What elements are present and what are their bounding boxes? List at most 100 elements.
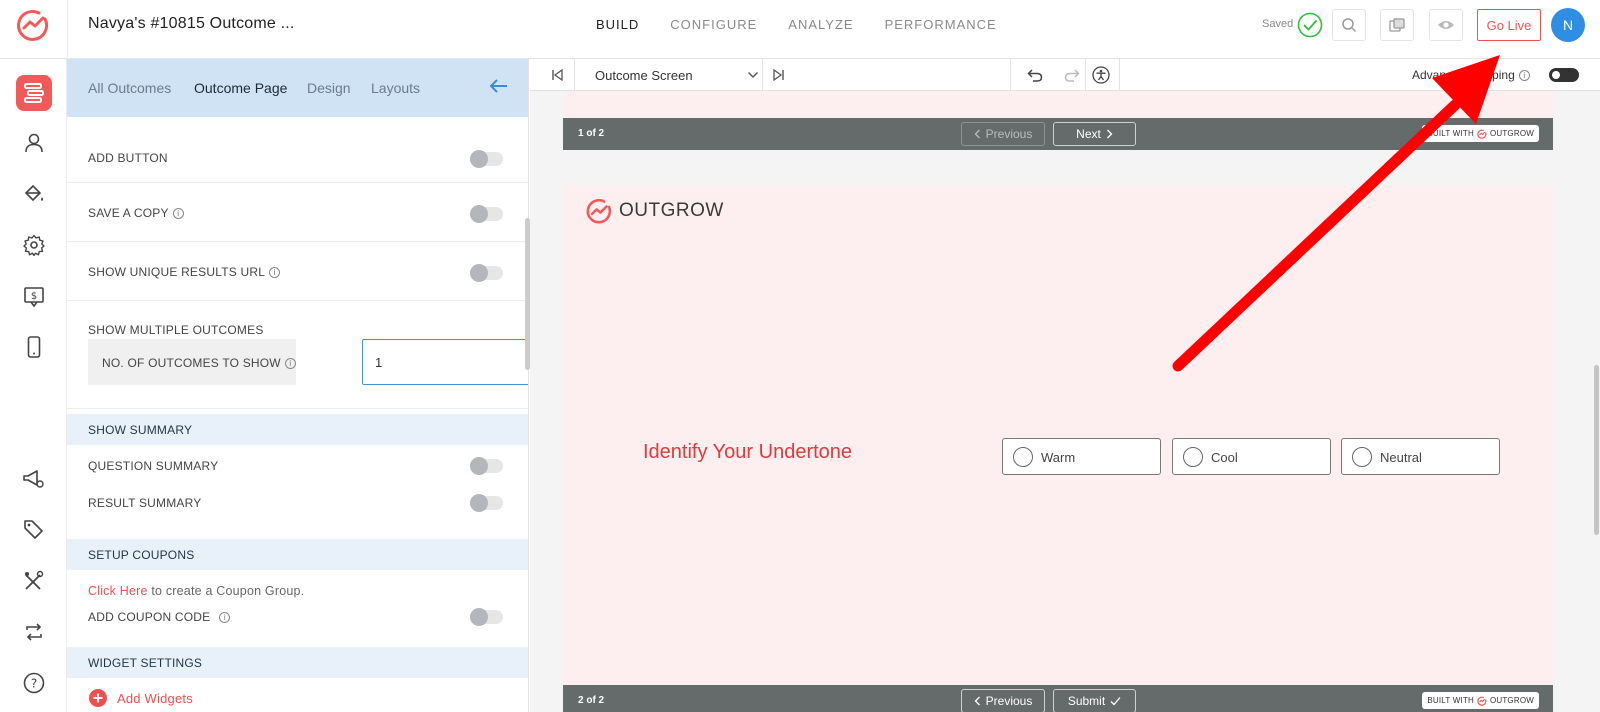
- eye-icon: [1438, 21, 1454, 29]
- toolbar-separator: [762, 59, 763, 91]
- tab-layouts[interactable]: Layouts: [371, 80, 420, 96]
- add-button-toggle[interactable]: [470, 150, 503, 168]
- option-warm[interactable]: Warm: [1002, 438, 1161, 475]
- rail-item-content[interactable]: [16, 75, 52, 111]
- question-summary-toggle[interactable]: [470, 457, 503, 475]
- page-scrollbar[interactable]: [1594, 365, 1599, 535]
- toolbar-separator: [1010, 59, 1011, 91]
- paint-bucket-icon: [24, 184, 43, 202]
- topbar-divider: [67, 0, 68, 59]
- help-icon: ?: [23, 672, 45, 694]
- add-button-label: ADD BUTTON: [88, 151, 168, 165]
- built-with-badge[interactable]: BUILT WITH OUTGROW: [1422, 692, 1539, 709]
- previous-button[interactable]: Previous: [961, 689, 1045, 712]
- go-live-button[interactable]: Go Live: [1477, 9, 1541, 41]
- tag-icon: [24, 520, 43, 539]
- previous-button[interactable]: Previous: [961, 122, 1045, 146]
- info-icon[interactable]: i: [284, 358, 296, 369]
- rail-item-settings[interactable]: [16, 227, 52, 263]
- built-with-brand: OUTGROW: [1489, 129, 1534, 138]
- built-with-text: BUILT WITH: [1427, 696, 1474, 705]
- advanced-mapping-text: Advanced Mapping: [1412, 68, 1515, 82]
- top-bar: Navya's #10815 Outcome ... BUILD CONFIGU…: [0, 0, 1600, 59]
- outcomes-count-select[interactable]: 1: [362, 339, 528, 385]
- option-cool[interactable]: Cool: [1172, 438, 1331, 475]
- section-widget-settings: WIDGET SETTINGS: [67, 647, 528, 678]
- rail-item-tags[interactable]: [16, 511, 52, 547]
- row-add-widgets[interactable]: Add Widgets: [67, 678, 528, 712]
- panel-tabs: All Outcomes Outcome Page Design Layouts: [67, 59, 528, 117]
- screen-select[interactable]: Outcome Screen: [595, 68, 693, 83]
- tab-design[interactable]: Design: [307, 80, 351, 96]
- accessibility-icon[interactable]: [1092, 66, 1110, 84]
- tab-analyze[interactable]: ANALYZE: [788, 17, 853, 32]
- rail-item-sync[interactable]: [16, 614, 52, 650]
- rail-item-design[interactable]: [16, 176, 52, 212]
- option-label: Cool: [1211, 450, 1238, 465]
- svg-text:?: ?: [31, 677, 37, 691]
- tab-all-outcomes[interactable]: All Outcomes: [88, 80, 171, 96]
- screen-2-footer: 2 of 2 Previous Submit BUILT WITH OUTGRO…: [563, 685, 1553, 712]
- rail-item-help[interactable]: ?: [16, 665, 52, 701]
- arrow-left-icon[interactable]: [489, 77, 509, 95]
- built-with-text: BUILT WITH: [1427, 129, 1474, 138]
- outcomes-count-text: NO. OF OUTCOMES TO SHOW: [102, 356, 281, 370]
- rail-item-promote[interactable]: [16, 461, 52, 497]
- unique-url-toggle[interactable]: [470, 264, 503, 282]
- info-icon[interactable]: i: [172, 208, 184, 219]
- chevron-right-icon: [1106, 129, 1113, 139]
- tab-configure[interactable]: CONFIGURE: [670, 17, 757, 32]
- redo-icon[interactable]: [1064, 68, 1080, 82]
- tab-build[interactable]: BUILD: [596, 17, 639, 32]
- outcomes-count-label: NO. OF OUTCOMES TO SHOW i: [102, 356, 296, 370]
- undo-icon[interactable]: [1027, 68, 1043, 82]
- option-label: Neutral: [1380, 450, 1422, 465]
- avatar[interactable]: N: [1551, 8, 1585, 42]
- main-tabs: BUILD CONFIGURE ANALYZE PERFORMANCE: [596, 17, 1028, 32]
- chevron-left-icon: [974, 696, 980, 706]
- radio-icon: [1352, 447, 1372, 467]
- rail-item-pricing[interactable]: $: [16, 279, 52, 315]
- rail-item-leads[interactable]: [16, 125, 52, 161]
- chevron-down-icon[interactable]: [747, 70, 759, 80]
- save-copy-toggle[interactable]: [470, 205, 503, 223]
- add-coupon-label: ADD COUPON CODE i: [88, 610, 231, 624]
- row-add-button: ADD BUTTON: [67, 123, 528, 183]
- radio-icon: [1183, 447, 1203, 467]
- submit-button[interactable]: Submit: [1053, 689, 1136, 712]
- gear-icon: [23, 234, 45, 256]
- rail-item-tools[interactable]: [16, 563, 52, 599]
- rail-item-mobile[interactable]: [16, 329, 52, 365]
- toolbar-separator: [1085, 59, 1086, 91]
- advanced-mapping-toggle[interactable]: [1549, 68, 1579, 82]
- tab-outcome-page[interactable]: Outcome Page: [194, 80, 287, 96]
- left-rail: $ ?: [0, 59, 67, 712]
- page-indicator: 1 of 2: [578, 128, 605, 139]
- click-here-link[interactable]: Click Here: [88, 584, 148, 598]
- last-screen-icon[interactable]: [773, 69, 785, 81]
- project-title[interactable]: Navya's #10815 Outcome ...: [88, 15, 295, 33]
- next-button[interactable]: Next: [1053, 122, 1136, 146]
- row-coupons: Click Here to create a Coupon Group. ADD…: [67, 570, 528, 645]
- built-with-badge[interactable]: BUILT WITH OUTGROW: [1422, 125, 1539, 142]
- saved-check-icon: [1297, 12, 1323, 38]
- brand-logo: OUTGROW: [585, 197, 724, 225]
- first-screen-icon[interactable]: [551, 69, 563, 81]
- preview-button[interactable]: [1429, 9, 1463, 41]
- toolbar-separator: [1119, 59, 1120, 91]
- outcomes-count-value: 1: [375, 355, 383, 370]
- question-text[interactable]: Identify Your Undertone: [643, 441, 852, 464]
- search-button[interactable]: [1332, 9, 1366, 41]
- outgrow-logo-icon[interactable]: [15, 7, 51, 43]
- duplicate-button[interactable]: [1380, 9, 1414, 41]
- info-icon[interactable]: i: [219, 612, 231, 623]
- brand-name: OUTGROW: [619, 200, 724, 221]
- option-neutral[interactable]: Neutral: [1341, 438, 1500, 475]
- add-widgets-link[interactable]: Add Widgets: [117, 691, 193, 706]
- info-icon[interactable]: i: [1518, 70, 1530, 81]
- info-icon[interactable]: i: [269, 267, 281, 278]
- result-summary-toggle[interactable]: [470, 494, 503, 512]
- tab-performance[interactable]: PERFORMANCE: [885, 17, 997, 32]
- mobile-icon: [27, 336, 41, 358]
- add-coupon-toggle[interactable]: [470, 608, 503, 626]
